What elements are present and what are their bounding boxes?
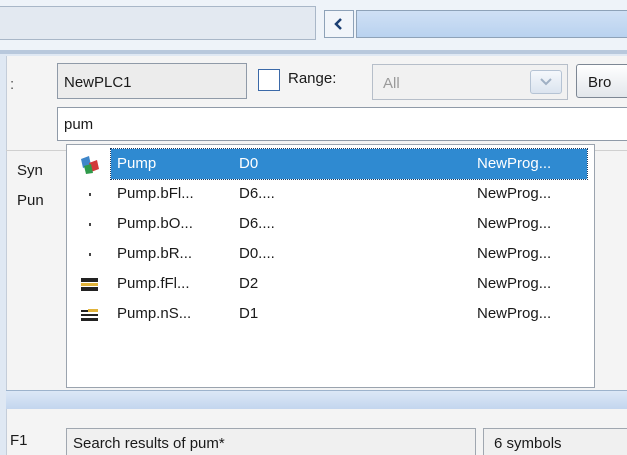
result-name: Pump.bFl... xyxy=(117,185,194,202)
chevron-left-icon xyxy=(334,18,342,30)
result-scope: NewProg... xyxy=(477,305,552,322)
chevron-down-icon xyxy=(540,78,552,86)
result-name: Pump.bO... xyxy=(117,215,193,232)
browse-button[interactable]: Bro xyxy=(576,64,627,98)
top-panel xyxy=(0,6,316,40)
result-scope: NewProg... xyxy=(477,155,552,172)
search-input-value: pum xyxy=(64,116,94,133)
result-name: Pump.fFl... xyxy=(117,275,190,292)
autocomplete-list: Pump D0 NewProg... Pump.bFl... D6.... Ne… xyxy=(66,144,595,388)
result-address: D0.... xyxy=(239,245,275,262)
result-item[interactable]: Pump.bR... D0.... NewProg... xyxy=(73,239,585,269)
result-item[interactable]: Pump.bO... D6.... NewProg... xyxy=(73,209,585,239)
function-block-icon xyxy=(81,156,99,174)
result-address: D1 xyxy=(239,305,259,322)
result-name: Pump xyxy=(117,155,157,172)
result-name: Pump.bR... xyxy=(117,245,193,262)
result-address: D2 xyxy=(239,275,259,292)
result-item[interactable]: Pump.fFl... D2 NewProg... xyxy=(73,269,585,299)
result-address: D6.... xyxy=(239,215,275,232)
int-var-icon xyxy=(81,309,98,321)
column-header-symbol[interactable]: Syn xyxy=(17,162,43,179)
result-scope: NewProg... xyxy=(477,275,552,292)
result-item[interactable]: Pump.bFl... D6.... NewProg... xyxy=(73,179,585,209)
result-scope: NewProg... xyxy=(477,185,552,202)
bool-dot-icon xyxy=(89,223,91,226)
status-key: F1 xyxy=(10,432,28,449)
range-dropdown-button[interactable] xyxy=(530,70,562,94)
bool-dot-icon xyxy=(89,253,91,256)
status-message-text: Search results of pum* xyxy=(73,435,225,452)
status-count: 6 symbols xyxy=(483,428,627,455)
result-scope: NewProg... xyxy=(477,215,552,232)
horizontal-scrollbar[interactable] xyxy=(356,10,627,38)
search-input[interactable]: pum xyxy=(57,107,627,141)
browse-button-label: Bro xyxy=(588,74,612,91)
result-name: Pump.nS... xyxy=(117,305,192,322)
label-colon: : xyxy=(10,76,15,93)
bool-dot-icon xyxy=(89,193,91,196)
list-cell[interactable]: Pun xyxy=(17,192,44,209)
result-scope: NewProg... xyxy=(477,245,552,262)
plc-name-value: NewPLC1 xyxy=(64,74,132,91)
range-checkbox[interactable] xyxy=(258,69,280,91)
range-select-value: All xyxy=(383,75,400,92)
scroll-left-button[interactable] xyxy=(324,10,354,38)
plc-name-field[interactable]: NewPLC1 xyxy=(57,63,247,99)
lower-panel-header xyxy=(6,390,627,409)
divider xyxy=(0,50,627,54)
range-label: Range: xyxy=(288,70,337,87)
status-count-text: 6 symbols xyxy=(494,435,562,452)
result-item[interactable]: Pump.nS... D1 NewProg... xyxy=(73,299,585,329)
result-address: D6.... xyxy=(239,185,275,202)
status-message: Search results of pum* xyxy=(66,428,476,455)
result-address: D0 xyxy=(239,155,259,172)
real-var-icon xyxy=(81,278,98,291)
result-item[interactable]: Pump D0 NewProg... xyxy=(73,148,588,180)
